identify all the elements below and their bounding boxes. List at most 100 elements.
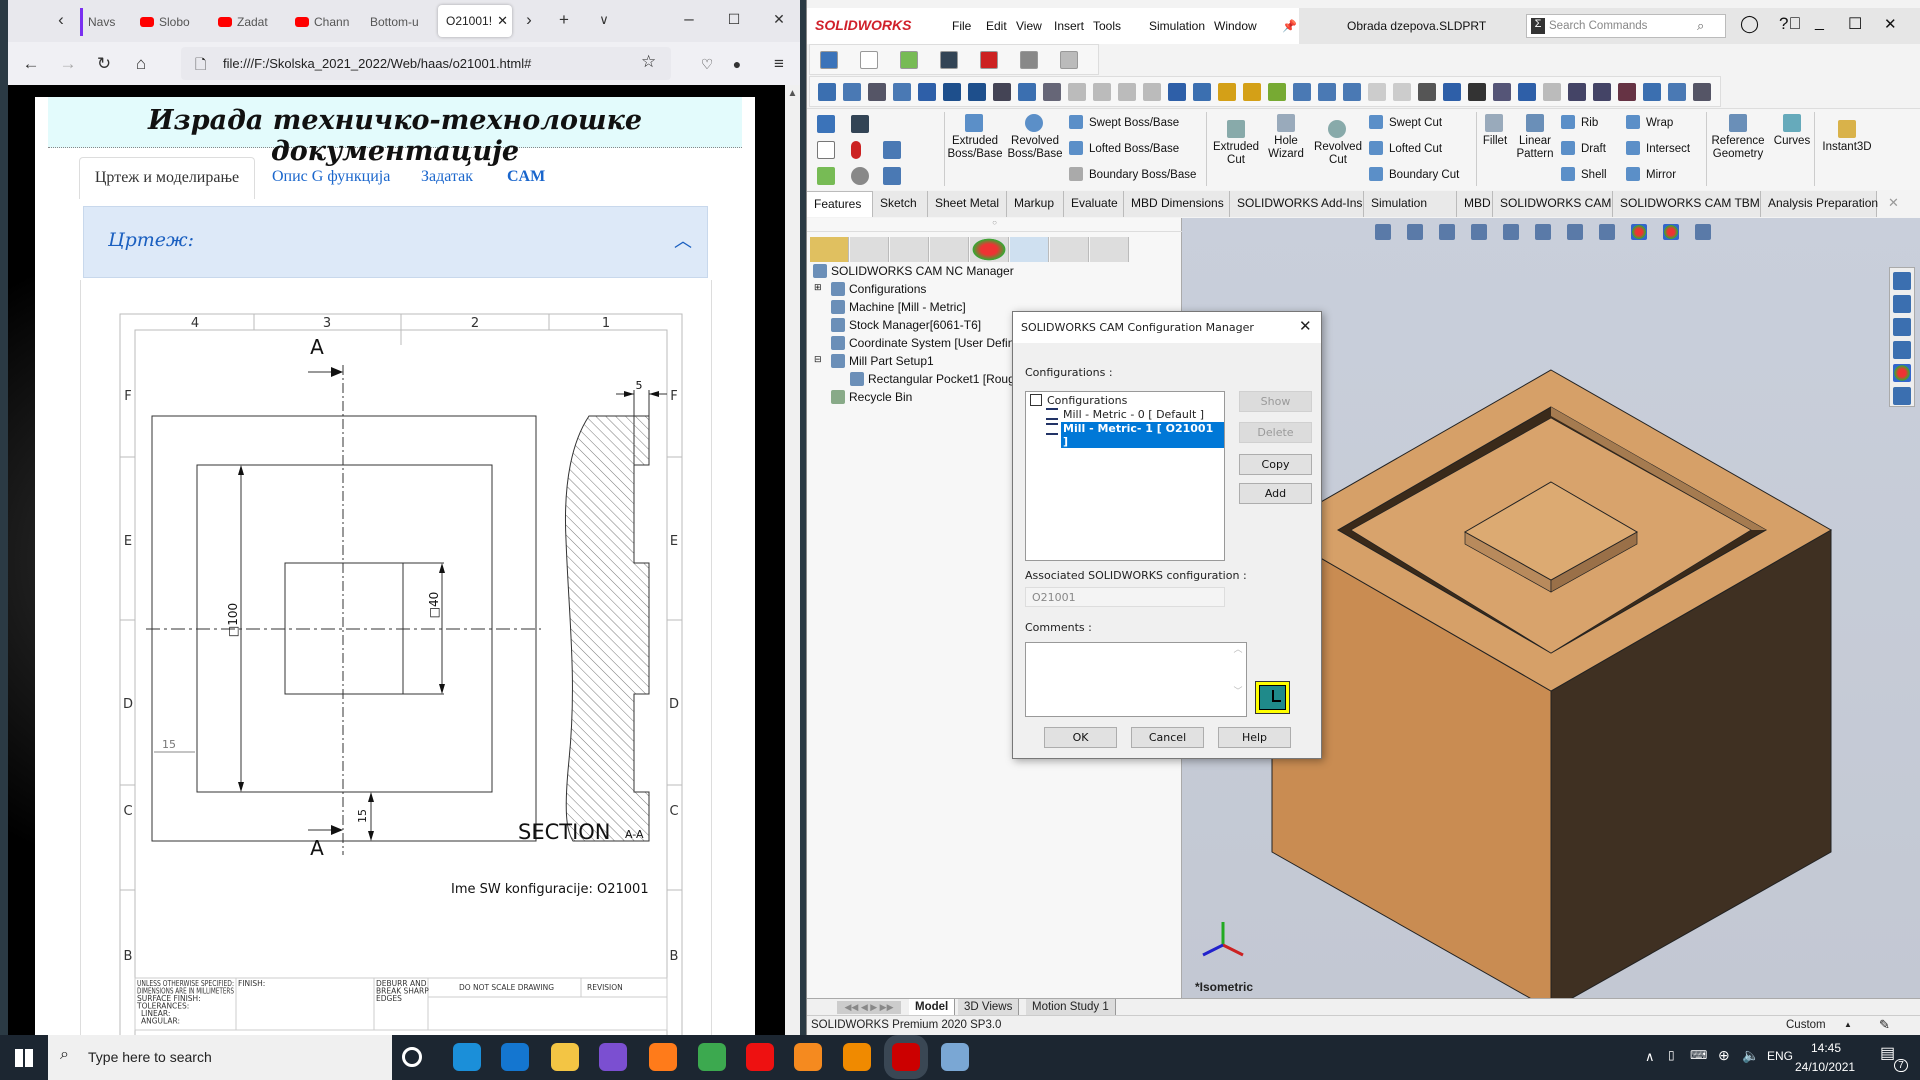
pin-icon[interactable]: 📌: [1282, 19, 1297, 33]
network-icon[interactable]: ⊕: [1718, 1047, 1730, 1064]
solidworks-resources-icon[interactable]: [1893, 272, 1911, 290]
cam-toolbar-button-icon[interactable]: [1243, 83, 1261, 101]
boundary-cut-button[interactable]: Boundary Cut: [1369, 167, 1459, 183]
cam-toolbar-button-icon[interactable]: [1143, 83, 1161, 101]
cam-toolbar-button-icon[interactable]: [1093, 83, 1111, 101]
tab-model[interactable]: Model: [909, 999, 956, 1016]
accordion-header-drawing[interactable]: Цртеж: ︿: [83, 206, 708, 278]
file-explorer-icon[interactable]: [1893, 318, 1911, 336]
reference-geometry-button[interactable]: Reference Geometry: [1709, 135, 1767, 161]
menu-file[interactable]: File: [952, 19, 971, 33]
options-gear-icon[interactable]: [851, 167, 869, 185]
paint-taskbar-icon[interactable]: [941, 1043, 969, 1071]
search-commands-input[interactable]: Σ Search Commands ⌕: [1526, 14, 1726, 38]
menu-window[interactable]: Window: [1214, 19, 1257, 33]
revolved-boss-button[interactable]: Revolved Boss/Base: [1007, 135, 1063, 161]
menu-edit[interactable]: Edit: [986, 19, 1007, 33]
tabs-scroll-left-icon[interactable]: ‹: [50, 10, 72, 30]
help-button[interactable]: Help: [1218, 727, 1291, 748]
open-icon[interactable]: [817, 167, 835, 185]
mail-taskbar-icon[interactable]: [501, 1043, 529, 1071]
list-tabs-icon[interactable]: ∨: [593, 10, 615, 30]
cam-tool-tree-tab-icon[interactable]: [1090, 237, 1129, 262]
tab-task[interactable]: Задатак: [421, 157, 473, 199]
cam-toolbar-button-icon[interactable]: [1318, 83, 1336, 101]
expand-icon[interactable]: ⊞: [814, 282, 822, 293]
apply-scene-icon[interactable]: [1663, 224, 1679, 240]
close-tabs-icon[interactable]: ✕: [1888, 195, 1899, 211]
zoom-to-area-icon[interactable]: [1407, 224, 1423, 240]
browser-tab[interactable]: Slobo: [140, 8, 198, 36]
viber-taskbar-icon[interactable]: [599, 1043, 627, 1071]
view-settings-icon[interactable]: [1695, 224, 1711, 240]
user-icon[interactable]: ◯: [1740, 14, 1759, 34]
collapse-icon[interactable]: ⊟: [814, 354, 822, 365]
options-gear-icon[interactable]: [1020, 51, 1038, 69]
cam-toolbar-button-icon[interactable]: [1068, 83, 1086, 101]
cam-toolbar-button-icon[interactable]: [1268, 83, 1286, 101]
cam-toolbar-button-icon[interactable]: [1218, 83, 1236, 101]
timestamp-button[interactable]: [1255, 681, 1290, 714]
linear-pattern-button[interactable]: Linear Pattern: [1515, 135, 1555, 161]
dimxpert-tab-icon[interactable]: [930, 237, 969, 262]
tree-item-nc-manager[interactable]: SOLIDWORKS CAM NC Manager: [813, 264, 1014, 278]
search-icon[interactable]: ⌕: [1697, 18, 1704, 34]
save-icon[interactable]: [851, 115, 869, 133]
cam-toolbar-button-icon[interactable]: [1643, 83, 1661, 101]
cam-feature-tree-tab-icon[interactable]: [1010, 237, 1049, 262]
design-library-icon[interactable]: [1893, 295, 1911, 313]
menu-tools[interactable]: Tools: [1093, 19, 1121, 33]
cam-toolbar-button-icon[interactable]: [968, 83, 986, 101]
cam-toolbar-button-icon[interactable]: [993, 83, 1011, 101]
close-window-icon[interactable]: ✕: [768, 9, 790, 29]
meet-now-icon[interactable]: ▯: [1668, 1048, 1675, 1062]
home-icon[interactable]: ⌂: [130, 54, 152, 74]
cam-toolbar-button-icon[interactable]: [1293, 83, 1311, 101]
maximize-icon[interactable]: ☐: [1848, 14, 1862, 34]
intersect-button[interactable]: Intersect: [1626, 141, 1690, 157]
cam-toolbar-button-icon[interactable]: [818, 83, 836, 101]
tab-g-functions[interactable]: Опис G функција: [272, 157, 390, 199]
chrome-taskbar-icon[interactable]: [698, 1043, 726, 1071]
lofted-boss-button[interactable]: Lofted Boss/Base: [1069, 141, 1179, 157]
edit-appearance-icon[interactable]: [1631, 224, 1647, 240]
undo-icon[interactable]: [1060, 51, 1078, 69]
property-manager-tab-icon[interactable]: [850, 237, 889, 262]
tab-motion-study[interactable]: Motion Study 1: [1026, 999, 1116, 1016]
edge-taskbar-icon[interactable]: [453, 1043, 481, 1071]
cam-toolbar-button-icon[interactable]: [1018, 83, 1036, 101]
rebuild-icon[interactable]: [851, 141, 861, 159]
cam-toolbar-button-icon[interactable]: [1468, 83, 1486, 101]
open-icon[interactable]: [900, 51, 918, 69]
draft-button[interactable]: Draft: [1561, 141, 1606, 157]
lofted-cut-button[interactable]: Lofted Cut: [1369, 141, 1442, 157]
cam-toolbar-button-icon[interactable]: [868, 83, 886, 101]
solidworks-2020-taskbar-icon[interactable]: [892, 1043, 920, 1071]
sublime-text-taskbar-icon[interactable]: [843, 1043, 871, 1071]
hide-show-icon[interactable]: [1599, 224, 1615, 240]
tree-item-coordinate-system[interactable]: Coordinate System [User Defin: [831, 336, 1014, 350]
cam-toolbar-button-icon[interactable]: [1443, 83, 1461, 101]
new-tab-icon[interactable]: +: [553, 10, 575, 30]
clock-time[interactable]: 14:45: [1811, 1041, 1841, 1055]
chevron-up-icon[interactable]: ︿: [674, 227, 692, 253]
file-explorer-taskbar-icon[interactable]: [551, 1043, 579, 1071]
home-icon[interactable]: [820, 51, 838, 69]
tab-scroll-arrows-icon[interactable]: ◀◀ ◀ ▶ ▶▶: [837, 1001, 901, 1014]
cam-toolbar-button-icon[interactable]: [1043, 83, 1061, 101]
zoom-to-fit-icon[interactable]: [1375, 224, 1391, 240]
tab-drawing-modeling[interactable]: Цртеж и моделирање: [79, 157, 255, 199]
notification-center-icon[interactable]: ▤: [1880, 1043, 1895, 1063]
firefox-taskbar-icon[interactable]: [649, 1043, 677, 1071]
bookmark-star-icon[interactable]: ☆: [641, 52, 656, 72]
tab-evaluate[interactable]: Evaluate: [1064, 191, 1124, 217]
cam-toolbar-button-icon[interactable]: [1618, 83, 1636, 101]
browser-tab[interactable]: Chann: [295, 8, 353, 36]
close-icon[interactable]: ✕: [1299, 317, 1312, 335]
mirror-button[interactable]: Mirror: [1626, 167, 1676, 183]
cam-toolbar-button-icon[interactable]: [1393, 83, 1411, 101]
tabs-scroll-right-icon[interactable]: ›: [518, 10, 540, 30]
appearances-icon[interactable]: [1893, 364, 1911, 382]
browser-tab[interactable]: Bottom-u: [370, 8, 430, 36]
pocket-icon[interactable]: ♡: [696, 54, 718, 74]
